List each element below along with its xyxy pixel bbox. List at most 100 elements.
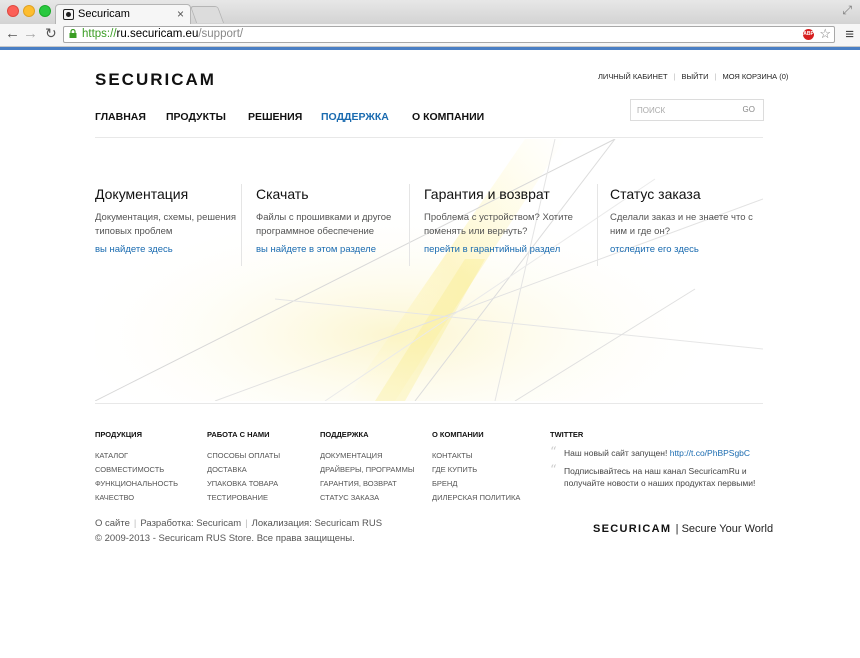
site-logo[interactable]: SECURICAM [95, 70, 216, 90]
back-arrow-icon[interactable]: ← [5, 25, 20, 42]
footer-slogan: | Secure Your World [675, 523, 774, 535]
account-links: ЛИЧНЫЙ КАБИНЕТ | ВЫЙТИ | МОЯ КОРЗИНА (0) [598, 72, 788, 81]
footer-logo: SECURICAM | Secure Your World [593, 523, 773, 535]
lock-icon [69, 29, 77, 38]
nav-home[interactable]: ГЛАВНАЯ [95, 111, 146, 123]
toolbar-divider [0, 47, 860, 50]
divider: | [133, 518, 137, 529]
column-divider [241, 184, 242, 266]
fullscreen-icon[interactable]: ⤢ [842, 3, 852, 18]
footer-col-products: ПРОДУКЦИЯ КАТАЛОГ СОВМЕСТИМОСТЬ ФУНКЦИОН… [95, 430, 178, 505]
footer-link[interactable]: ФУНКЦИОНАЛЬНОСТЬ [95, 477, 178, 491]
column-divider [597, 184, 598, 266]
account-cabinet-link[interactable]: ЛИЧНЫЙ КАБИНЕТ [598, 72, 668, 81]
browser-toolbar: ← → ↻ https://ru.securicam.eu/support/ A… [0, 24, 860, 47]
about-site-link[interactable]: О сайте [95, 518, 130, 529]
warranty-link[interactable]: перейти в гарантийный раздел [424, 244, 584, 255]
footer-divider [95, 403, 763, 404]
footer-link[interactable]: ГАРАНТИЯ, ВОЗВРАТ [320, 477, 415, 491]
footer-col-title: ПРОДУКЦИЯ [95, 430, 142, 439]
quote-icon: “ [550, 445, 557, 460]
docs-link[interactable]: вы найдете здесь [95, 244, 255, 255]
footer-col-title: ПОДДЕРЖКА [320, 430, 369, 439]
forward-arrow-icon[interactable]: → [23, 25, 38, 42]
menu-icon[interactable]: ≡ [845, 26, 854, 43]
divider: | [245, 518, 248, 529]
browser-titlebar: Securicam × ⤢ [0, 0, 860, 24]
footer-col-working: РАБОТА С НАМИ СПОСОБЫ ОПЛАТЫ ДОСТАВКА УП… [207, 430, 280, 505]
hero-light-graphic [95, 139, 763, 401]
warranty-title: Гарантия и возврат [424, 186, 550, 202]
footer-link[interactable]: ДИЛЕРСКАЯ ПОЛИТИКА [432, 491, 520, 505]
support-order-status: Статус заказа Сделали заказ и не знаете … [610, 186, 760, 255]
address-bar[interactable]: https://ru.securicam.eu/support/ ABP ☆ [63, 26, 835, 43]
twitter-title: TWITTER [550, 430, 584, 439]
footer-link[interactable]: ГДЕ КУПИТЬ [432, 463, 520, 477]
copyright: © 2009-2013 - Securicam RUS Store. Все п… [95, 533, 355, 544]
footer-link[interactable]: БРЕНД [432, 477, 520, 491]
minimize-window-button[interactable] [23, 5, 35, 17]
browser-tab[interactable]: Securicam × [55, 4, 191, 24]
column-divider [409, 184, 410, 266]
footer-link[interactable]: ДОСТАВКА [207, 463, 280, 477]
footer-link[interactable]: КАЧЕСТВО [95, 491, 178, 505]
url-text: https://ru.securicam.eu/support/ [82, 28, 244, 40]
nav-support[interactable]: ПОДДЕРЖКА [321, 111, 389, 123]
footer-link[interactable]: ДОКУМЕНТАЦИЯ [320, 449, 415, 463]
footer-link[interactable]: ТЕСТИРОВАНИЕ [207, 491, 280, 505]
new-tab-button[interactable] [189, 6, 225, 23]
adblock-icon[interactable]: ABP [803, 29, 814, 40]
zoom-window-button[interactable] [39, 5, 51, 17]
footer-link[interactable]: СТАТУС ЗАКАЗА [320, 491, 415, 505]
footer-link[interactable]: СПОСОБЫ ОПЛАТЫ [207, 449, 280, 463]
footer-link[interactable]: КОНТАКТЫ [432, 449, 520, 463]
divider: | [714, 72, 717, 81]
warranty-desc: Проблема с устройством? Хотите поменять … [424, 212, 573, 237]
footer-col-support: ПОДДЕРЖКА ДОКУМЕНТАЦИЯ ДРАЙВЕРЫ, ПРОГРАМ… [320, 430, 415, 505]
footer-credits: О сайте | Разработка: Securicam | Локализаци… [95, 518, 382, 529]
support-warranty: Гарантия и возврат Проблема с устройство… [424, 186, 584, 255]
tab-close-icon[interactable]: × [177, 7, 184, 21]
close-window-button[interactable] [7, 5, 19, 17]
tweet-item: “ Подписывайтесь на наш канал SecuricamR… [550, 463, 770, 489]
divider: | [673, 72, 676, 81]
nav-solutions[interactable]: РЕШЕНИЯ [248, 111, 302, 123]
footer-logo-text: SECURICAM [593, 523, 672, 535]
logout-link[interactable]: ВЫЙТИ [681, 72, 708, 81]
header-divider [95, 137, 763, 138]
footer-col-title: О КОМПАНИИ [432, 430, 484, 439]
docs-title: Документация [95, 186, 189, 202]
tab-title: Securicam [78, 8, 130, 20]
search-input[interactable] [637, 103, 732, 117]
footer-link[interactable]: ДРАЙВЕРЫ, ПРОГРАММЫ [320, 463, 415, 477]
quote-icon: “ [550, 463, 557, 478]
downloads-desc: Файлы с прошивками и другое программное … [256, 212, 392, 237]
support-downloads: Скачать Файлы с прошивками и другое прог… [256, 186, 416, 255]
order-status-link[interactable]: отследите его здесь [610, 244, 760, 255]
tweet-item: “ Наш новый сайт запущен! http://t.co/Ph… [550, 445, 770, 460]
bookmark-star-icon[interactable]: ☆ [819, 26, 831, 42]
tweet-link[interactable]: http://t.co/PhBPSgbC [670, 448, 750, 458]
footer-link[interactable]: СОВМЕСТИМОСТЬ [95, 463, 178, 477]
order-status-desc: Сделали заказ и не знаете что с ним и гд… [610, 212, 753, 237]
footer-col-company: О КОМПАНИИ КОНТАКТЫ ГДЕ КУПИТЬ БРЕНД ДИЛ… [432, 430, 520, 505]
reload-icon[interactable]: ↻ [45, 25, 57, 42]
nav-products[interactable]: ПРОДУКТЫ [166, 111, 226, 123]
nav-about[interactable]: О КОМПАНИИ [412, 111, 484, 123]
docs-desc: Документация, схемы, решения типовых про… [95, 212, 236, 237]
developer-credit[interactable]: Разработка: Securicam [140, 518, 241, 529]
footer-link[interactable]: УПАКОВКА ТОВАРА [207, 477, 280, 491]
order-status-title: Статус заказа [610, 186, 701, 202]
downloads-link[interactable]: вы найдете в этом разделе [256, 244, 416, 255]
localization-credit[interactable]: Локализация: Securicam RUS [252, 518, 382, 529]
footer-col-title: РАБОТА С НАМИ [207, 430, 270, 439]
tweet-text: Подписывайтесь на наш канал SecuricamRu … [564, 466, 756, 488]
downloads-title: Скачать [256, 186, 309, 202]
search-box: GO [630, 99, 764, 121]
tweet-text: Наш новый сайт запущен! [564, 448, 668, 458]
search-go-button[interactable]: GO [743, 105, 755, 114]
securicam-favicon-icon [63, 9, 74, 20]
support-docs: Документация Документация, схемы, решени… [95, 186, 255, 255]
footer-link[interactable]: КАТАЛОГ [95, 449, 178, 463]
cart-link[interactable]: МОЯ КОРЗИНА (0) [722, 72, 788, 81]
